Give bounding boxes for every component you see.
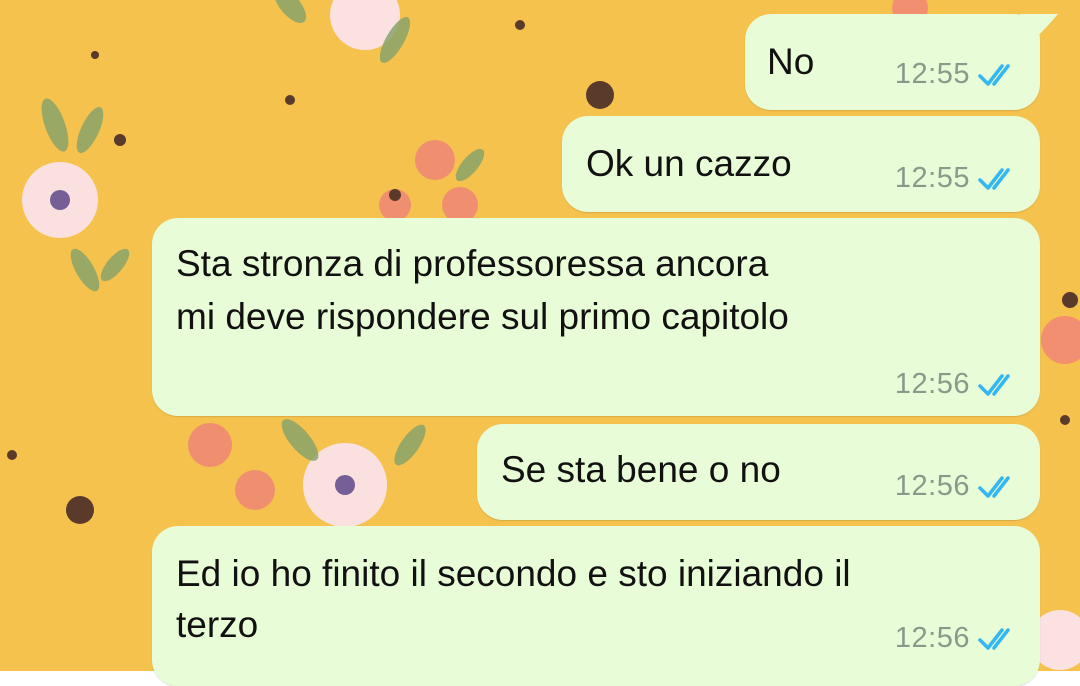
message-time: 12:55 xyxy=(894,162,970,194)
message-text: Ok un cazzo xyxy=(586,143,792,184)
message-time: 12:56 xyxy=(894,470,970,502)
message-time: 12:56 xyxy=(894,368,970,400)
message-bubble[interactable]: No 12:55 xyxy=(745,14,1058,110)
double-check-icon xyxy=(978,627,1010,650)
message-text-line: mi deve rispondere sul primo capitolo xyxy=(176,296,789,337)
message-text-line: Sta stronza di professoressa ancora xyxy=(176,243,769,284)
message-meta: 12:55 xyxy=(895,58,1020,91)
message-meta: 12:56 xyxy=(895,368,1020,401)
message-text: Se sta bene o no xyxy=(501,449,781,490)
message-text-line: Ed io ho finito il secondo e sto inizian… xyxy=(176,553,851,594)
message-meta: 12:56 xyxy=(895,622,1020,655)
message-text: No xyxy=(767,41,815,82)
double-check-icon xyxy=(978,373,1010,396)
message-bubble[interactable]: Sta stronza di professoressa ancora mi d… xyxy=(152,218,1040,416)
double-check-icon xyxy=(978,63,1010,86)
message-time: 12:55 xyxy=(894,58,970,90)
message-meta: 12:55 xyxy=(895,162,1020,195)
message-time: 12:56 xyxy=(894,622,970,654)
double-check-icon xyxy=(978,475,1010,498)
message-bubble[interactable]: Ok un cazzo 12:55 xyxy=(562,116,1040,212)
message-meta: 12:56 xyxy=(895,470,1020,503)
bubble-tail xyxy=(1020,14,1058,44)
double-check-icon xyxy=(978,167,1010,190)
message-bubble[interactable]: Ed io ho finito il secondo e sto inizian… xyxy=(152,526,1040,686)
message-bubble[interactable]: Se sta bene o no 12:56 xyxy=(477,424,1040,520)
message-text-line: terzo xyxy=(176,604,259,645)
